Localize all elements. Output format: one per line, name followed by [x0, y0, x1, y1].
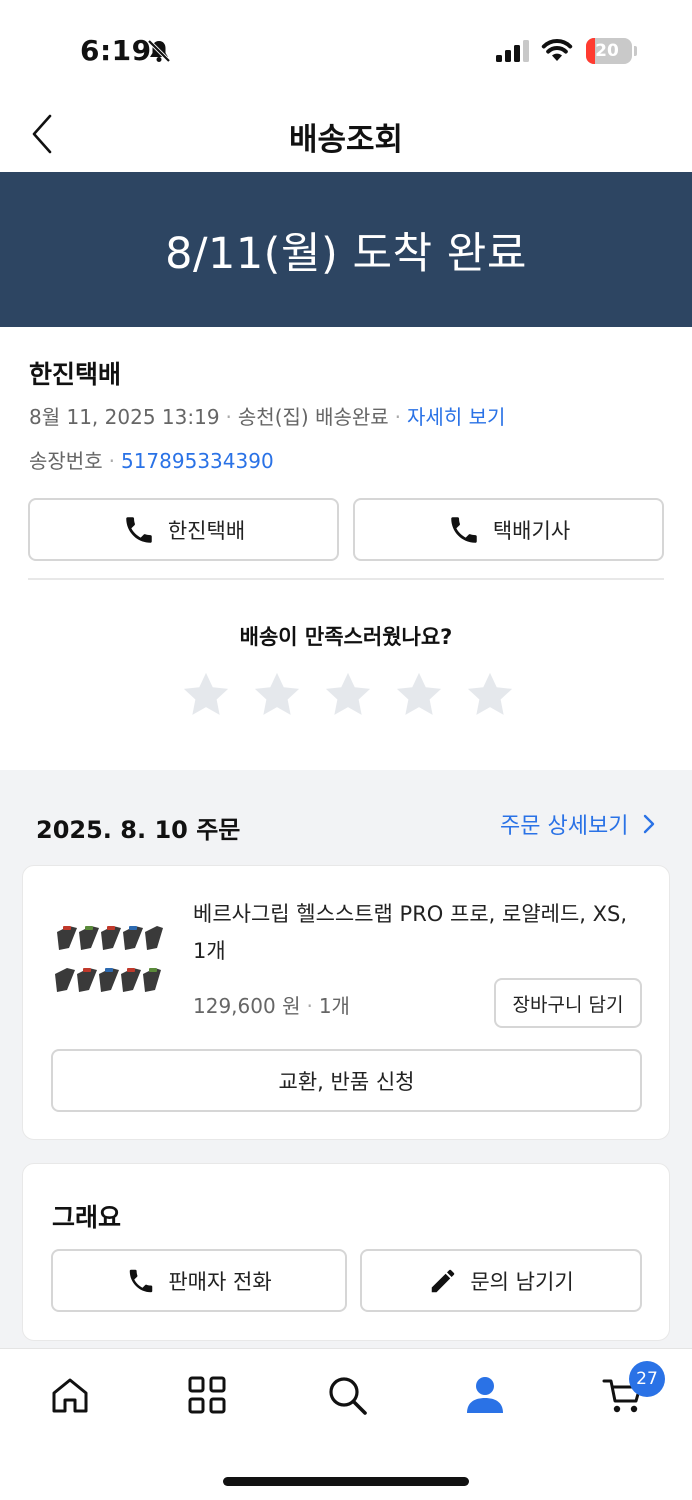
- call-driver-button[interactable]: 택배기사: [353, 498, 664, 561]
- chevron-right-icon: [644, 814, 655, 834]
- order-detail-label: 주문 상세보기: [500, 814, 629, 839]
- carrier-name: 한진택배: [29, 360, 122, 389]
- star-rating: [180, 669, 516, 725]
- invoice-info: 송장번호 · 517895334390: [29, 445, 274, 474]
- seller-card: 그래요 판매자 전화 문의 남기기: [22, 1163, 670, 1341]
- wifi-icon: [541, 39, 573, 61]
- call-carrier-label: 한진택배: [167, 518, 246, 543]
- product-name[interactable]: 베르사그립 헬스스트랩 PRO 프로, 로얄레드, XS, 1개: [193, 896, 633, 970]
- divider: [28, 578, 664, 580]
- tracking-info: 8월 11, 2025 13:19 · 송천(집) 배송완료 · 자세히 보기: [29, 401, 505, 430]
- exchange-return-button[interactable]: 교환, 반품 신청: [51, 1049, 642, 1112]
- tracking-location-status: 송천(집) 배송완료: [237, 405, 389, 429]
- leave-inquiry-button[interactable]: 문의 남기기: [360, 1249, 642, 1312]
- satisfaction-question: 배송이 만족스러웠나요?: [239, 625, 453, 649]
- invoice-number-link[interactable]: 517895334390: [121, 449, 274, 473]
- battery-tip: [634, 46, 637, 56]
- leave-inquiry-label: 문의 남기기: [470, 1269, 574, 1294]
- star-icon-2[interactable]: [251, 669, 303, 721]
- add-to-cart-button[interactable]: 장바구니 담기: [494, 978, 642, 1028]
- profile-icon[interactable]: [463, 1373, 507, 1417]
- star-icon-3[interactable]: [322, 669, 374, 721]
- star-icon-5[interactable]: [464, 669, 516, 721]
- search-icon[interactable]: [325, 1373, 369, 1417]
- status-time: 6:19: [80, 34, 152, 67]
- phone-icon: [451, 516, 477, 543]
- battery-icon: 20: [586, 38, 632, 64]
- delivery-status-text: 8/11(월) 도착 완료: [165, 228, 527, 279]
- call-seller-button[interactable]: 판매자 전화: [51, 1249, 347, 1312]
- seller-name: 그래요: [52, 1203, 122, 1232]
- cart-count-badge: 27: [629, 1361, 665, 1397]
- status-bar: 6:19 20: [0, 0, 692, 100]
- bell-slash-icon: [147, 39, 171, 63]
- star-icon-1[interactable]: [180, 669, 232, 721]
- phone-icon: [130, 1269, 153, 1292]
- order-detail-link[interactable]: 주문 상세보기: [500, 808, 656, 840]
- order-date: 2025. 8. 10 주문: [36, 816, 241, 844]
- product-price: 129,600 원: [193, 994, 301, 1018]
- home-icon[interactable]: [48, 1373, 92, 1417]
- call-carrier-button[interactable]: 한진택배: [28, 498, 339, 561]
- call-driver-label: 택배기사: [492, 518, 571, 543]
- bottom-tab-bar: 27: [0, 1348, 692, 1500]
- product-price-line: 129,600 원 · 1개: [193, 990, 350, 1019]
- call-seller-label: 판매자 전화: [168, 1269, 272, 1294]
- separator-dot: ·: [108, 449, 115, 473]
- home-indicator[interactable]: [223, 1477, 469, 1486]
- nav-header: 배송조회: [0, 100, 692, 172]
- product-card: 베르사그립 헬스스트랩 PRO 프로, 로얄레드, XS, 1개 129,600…: [22, 865, 670, 1140]
- grid-icon[interactable]: [185, 1373, 229, 1417]
- delivery-status-banner: 8/11(월) 도착 완료: [0, 172, 692, 327]
- battery-level: 20: [595, 41, 619, 61]
- tracking-detail-link[interactable]: 자세히 보기: [407, 405, 505, 429]
- page-title: 배송조회: [288, 122, 404, 158]
- separator-dot: ·: [306, 994, 313, 1018]
- tracking-datetime: 8월 11, 2025 13:19: [29, 405, 220, 429]
- phone-icon: [126, 516, 152, 543]
- product-quantity: 1개: [318, 994, 350, 1018]
- signal-icon: [496, 40, 529, 62]
- star-icon-4[interactable]: [393, 669, 445, 721]
- invoice-label: 송장번호: [29, 449, 103, 473]
- product-thumbnail[interactable]: [51, 918, 165, 1002]
- carrier-section: 한진택배 8월 11, 2025 13:19 · 송천(집) 배송완료 · 자세히 보기…: [0, 327, 692, 770]
- separator-dot: ·: [225, 405, 232, 429]
- order-section: 2025. 8. 10 주문 주문 상세보기 베르사그립 헬스스트랩 PRO 프…: [0, 770, 692, 1350]
- pencil-icon: [432, 1269, 455, 1292]
- separator-dot: ·: [394, 405, 402, 429]
